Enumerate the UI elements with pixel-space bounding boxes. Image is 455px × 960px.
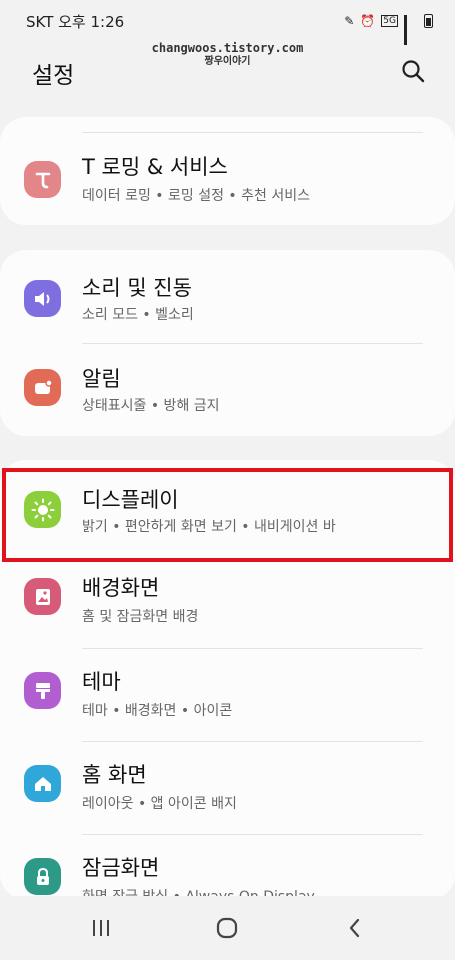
header: 설정 <box>0 52 455 92</box>
signal-icon <box>404 15 418 45</box>
settings-item-home-screen[interactable]: 홈 화면 레이아웃 • 앱 아이콘 배지 <box>0 741 455 835</box>
roaming-icon <box>24 161 61 198</box>
settings-item-sub: 레이아웃 • 앱 아이콘 배지 <box>82 796 237 812</box>
wallpaper-icon <box>24 578 61 615</box>
recents-icon[interactable] <box>86 914 116 942</box>
settings-item-label: 소리 및 진동 <box>82 276 192 300</box>
settings-item-sub: 데이터 로밍 • 로밍 설정 • 추천 서비스 <box>82 188 310 204</box>
battery-icon <box>424 14 433 28</box>
theme-icon <box>24 672 61 709</box>
settings-item-sound[interactable]: 소리 및 진동 소리 모드 • 벨소리 <box>0 250 455 344</box>
navigation-bar <box>0 896 455 960</box>
settings-item-roaming[interactable]: T 로밍 & 서비스 데이터 로밍 • 로밍 설정 • 추천 서비스 <box>0 131 455 225</box>
settings-item-label: 알림 <box>82 367 121 391</box>
notification-icon <box>24 369 61 406</box>
search-icon[interactable] <box>400 58 426 84</box>
status-icons: ✎ ⏰ 5G <box>344 14 433 45</box>
lock-icon <box>24 858 61 895</box>
mute-icon: ✎ <box>344 14 355 28</box>
settings-card-sound: 소리 및 진동 소리 모드 • 벨소리 알림 상태표시줄 • 방해 금지 <box>0 250 455 436</box>
network-label: 5G <box>381 15 398 27</box>
settings-item-sub: 홈 및 잠금화면 배경 <box>82 609 199 625</box>
home-icon <box>24 765 61 802</box>
settings-item-theme[interactable]: 테마 테마 • 배경화면 • 아이콘 <box>0 648 455 742</box>
home-button-icon[interactable] <box>212 914 242 942</box>
page-title: 설정 <box>32 63 75 89</box>
settings-item-label: 잠금화면 <box>82 856 160 880</box>
settings-item-label: T 로밍 & 서비스 <box>82 155 228 179</box>
settings-item-label: 테마 <box>82 670 121 694</box>
settings-item-label: 홈 화면 <box>82 763 147 787</box>
back-icon[interactable] <box>340 914 370 942</box>
highlight-box <box>2 468 453 562</box>
settings-item-sub: 소리 모드 • 벨소리 <box>82 307 194 323</box>
settings-item-lock-screen[interactable]: 잠금화면 화면 잠금 방식 • Always On Display <box>0 834 455 900</box>
settings-item-sub: 상태표시줄 • 방해 금지 <box>82 398 220 414</box>
settings-item-wallpaper[interactable]: 배경화면 홈 및 잠금화면 배경 <box>0 554 455 648</box>
status-time: SKT 오후 1:26 <box>26 12 125 31</box>
settings-item-sub: 테마 • 배경화면 • 아이콘 <box>82 703 233 719</box>
settings-card-roaming: T 로밍 & 서비스 데이터 로밍 • 로밍 설정 • 추천 서비스 <box>0 117 455 225</box>
settings-item-label: 배경화면 <box>82 576 160 600</box>
alarm-icon: ⏰ <box>360 14 376 28</box>
status-bar: SKT 오후 1:26 ✎ ⏰ 5G <box>0 0 455 45</box>
settings-item-notifications[interactable]: 알림 상태표시줄 • 방해 금지 <box>0 343 455 437</box>
speaker-icon <box>24 280 61 317</box>
